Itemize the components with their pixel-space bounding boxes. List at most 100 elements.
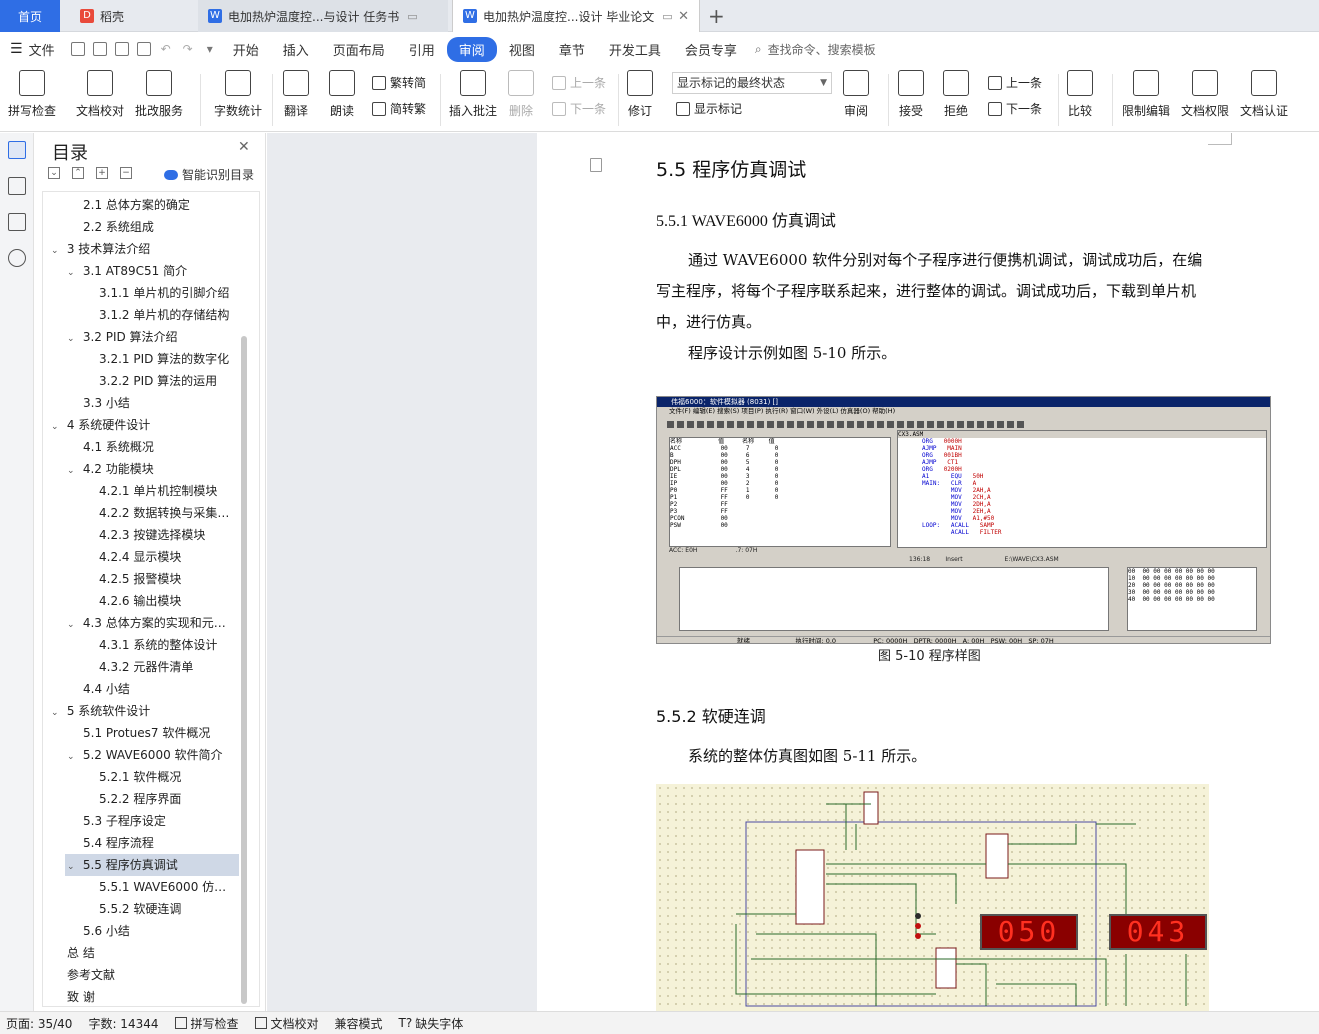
menu-member[interactable]: 会员专享 — [673, 40, 749, 59]
tab-window-icon[interactable]: ▭ — [407, 10, 417, 23]
delete-comment-button[interactable]: 删除 — [508, 70, 534, 119]
insert-comment-button[interactable]: 插入批注 — [449, 70, 497, 119]
doc-auth-button[interactable]: 文档认证 — [1240, 70, 1288, 119]
tab-window-icon[interactable]: ▭ — [662, 10, 672, 23]
menu-start[interactable]: 开始 — [221, 40, 271, 59]
doc-proofread-button[interactable]: 文档校对 — [76, 70, 124, 119]
toc-item[interactable]: 3.1.2 单片机的存储结构 — [99, 304, 237, 326]
toc-item[interactable]: 总 结 — [67, 942, 237, 964]
trad-to-simp-button[interactable]: 繁转简 — [372, 74, 426, 91]
chevron-down-icon[interactable]: ⌄ — [51, 702, 63, 722]
toc-item[interactable]: 4.2.2 数据转换与采集模块 — [99, 502, 237, 524]
save-icon[interactable] — [70, 42, 85, 56]
remove-heading-icon[interactable]: − — [120, 167, 132, 179]
correction-service-button[interactable]: 批改服务 — [135, 70, 183, 119]
toc-item[interactable]: 3.1.1 单片机的引脚介绍 — [99, 282, 237, 304]
menu-review[interactable]: 审阅 — [446, 36, 497, 62]
print-preview-icon[interactable] — [136, 42, 151, 56]
prev-comment-button[interactable]: 上一条 — [552, 74, 606, 91]
doc-permission-button[interactable]: 文档权限 — [1181, 70, 1229, 119]
next-comment-button[interactable]: 下一条 — [552, 100, 606, 117]
toc-item[interactable]: 4.1 系统概况 — [83, 436, 237, 458]
hamburger-menu-icon[interactable]: ☰ — [10, 41, 23, 57]
simp-to-trad-button[interactable]: 简转繁 — [372, 100, 426, 117]
toc-item[interactable]: 4.2.3 按键选择模块 — [99, 524, 237, 546]
reject-button[interactable]: 拒绝 — [943, 70, 969, 119]
toc-item[interactable]: 3.2.2 PID 算法的运用 — [99, 370, 237, 392]
toc-item[interactable]: 5.3 子程序设定 — [83, 810, 237, 832]
toc-item[interactable]: 3.2.1 PID 算法的数字化 — [99, 348, 237, 370]
bookmark-icon[interactable] — [8, 213, 26, 231]
toc-pane-icon[interactable] — [8, 141, 26, 159]
chevron-down-icon[interactable]: ⌄ — [67, 262, 79, 282]
toc-item[interactable]: ⌄ 5.2 WAVE6000 软件简介 — [67, 744, 237, 766]
chevron-down-icon[interactable]: ⌄ — [51, 240, 63, 260]
toc-item[interactable]: 5.2.2 程序界面 — [99, 788, 237, 810]
compare-button[interactable]: 比较 — [1067, 70, 1093, 119]
new-tab-plus-icon[interactable]: + — [708, 4, 725, 28]
toc-item[interactable]: 4.2.1 单片机控制模块 — [99, 480, 237, 502]
word-count[interactable]: 字数: 14344 — [88, 1015, 158, 1032]
toc-item[interactable]: 4.2.4 显示模块 — [99, 546, 237, 568]
toc-scrollbar[interactable] — [241, 336, 247, 1004]
menu-chapter[interactable]: 章节 — [547, 40, 597, 59]
menu-reference[interactable]: 引用 — [397, 40, 447, 59]
prev-change-button[interactable]: 上一条 — [988, 74, 1042, 91]
add-heading-icon[interactable]: + — [96, 167, 108, 179]
menu-layout[interactable]: 页面布局 — [321, 40, 397, 59]
toc-item[interactable]: 4.2.6 输出模块 — [99, 590, 237, 612]
restrict-edit-button[interactable]: 限制编辑 — [1122, 70, 1170, 119]
missing-fonts[interactable]: T? 缺失字体 — [399, 1015, 464, 1032]
search-icon[interactable] — [8, 249, 26, 267]
toc-item[interactable]: 5.1 Protues7 软件概况 — [83, 722, 237, 744]
tab-home[interactable]: 首页 — [0, 0, 60, 32]
chevron-down-icon[interactable]: ⌄ — [67, 746, 79, 766]
expand-all-icon[interactable]: ⌄ — [48, 167, 60, 179]
export-pdf-icon[interactable] — [92, 42, 107, 56]
chevron-down-icon[interactable]: ⌄ — [51, 416, 63, 436]
search-icon[interactable]: ⌕ — [755, 42, 762, 57]
menu-dev-tools[interactable]: 开发工具 — [597, 40, 673, 59]
close-icon[interactable]: ✕ — [238, 139, 250, 155]
menu-view[interactable]: 视图 — [497, 40, 547, 59]
toc-item[interactable]: 4.4 小结 — [83, 678, 237, 700]
menu-insert[interactable]: 插入 — [271, 40, 321, 59]
chapter-nav-icon[interactable] — [8, 177, 26, 195]
toc-item[interactable]: 5.2.1 软件概况 — [99, 766, 237, 788]
accept-button[interactable]: 接受 — [898, 70, 924, 119]
quick-access-dropdown-icon[interactable]: ▾ — [207, 42, 213, 56]
menu-file[interactable]: 文件 — [23, 40, 67, 59]
translate-button[interactable]: 翻译 — [283, 70, 309, 119]
read-aloud-button[interactable]: 朗读 — [329, 70, 355, 119]
toc-item[interactable]: 3.3 小结 — [83, 392, 237, 414]
toc-item[interactable]: 致 谢 — [67, 986, 237, 1008]
toc-item[interactable]: ⌄ 5.5 程序仿真调试 — [65, 854, 239, 876]
command-search-input[interactable]: 查找命令、搜索模板 — [768, 41, 876, 58]
review-pane-button[interactable]: 审阅 — [843, 70, 869, 119]
chevron-down-icon[interactable]: ⌄ — [67, 460, 79, 480]
toc-item[interactable]: 5.5.1 WAVE6000 仿真调试 — [99, 876, 237, 898]
toc-item[interactable]: 2.1 总体方案的确定 — [83, 194, 237, 216]
smart-toc-button[interactable]: 智能识别目录 — [164, 166, 254, 183]
chevron-down-icon[interactable]: ⌄ — [67, 856, 79, 876]
tab-task-document[interactable]: W 电加热炉温度控...与设计 任务书 ▭ — [198, 0, 448, 32]
spell-check-button[interactable]: 拼写检查 — [8, 70, 56, 119]
tab-thesis-document[interactable]: W 电加热炉温度控...设计 毕业论文 ▭ ✕ — [452, 0, 700, 32]
undo-icon[interactable]: ↶ — [161, 42, 171, 56]
collapse-all-icon[interactable]: ⌃ — [72, 167, 84, 179]
toc-item[interactable]: 参考文献 — [67, 964, 237, 986]
toc-item[interactable]: ⌄ 4.2 功能模块 — [67, 458, 237, 480]
toc-item[interactable]: 5.4 程序流程 — [83, 832, 237, 854]
chevron-down-icon[interactable]: ⌄ — [67, 328, 79, 348]
status-proofread[interactable]: 文档校对 — [254, 1015, 319, 1032]
toc-item[interactable]: 4.3.2 元器件清单 — [99, 656, 237, 678]
markup-state-select[interactable]: 显示标记的最终状态 ▼ — [672, 72, 832, 94]
paragraph-edit-icon[interactable] — [590, 158, 602, 172]
toc-item[interactable]: 5.5.2 软硬连调 — [99, 898, 237, 920]
toc-item[interactable]: 4.2.5 报警模块 — [99, 568, 237, 590]
toc-item[interactable]: ⌄ 4 系统硬件设计 — [51, 414, 237, 436]
show-markup-button[interactable]: 显示标记 — [676, 100, 742, 117]
toc-item[interactable]: 5.6 小结 — [83, 920, 237, 942]
track-changes-button[interactable]: 修订 — [627, 70, 653, 119]
toc-item[interactable]: ⌄ 3.2 PID 算法介绍 — [67, 326, 237, 348]
